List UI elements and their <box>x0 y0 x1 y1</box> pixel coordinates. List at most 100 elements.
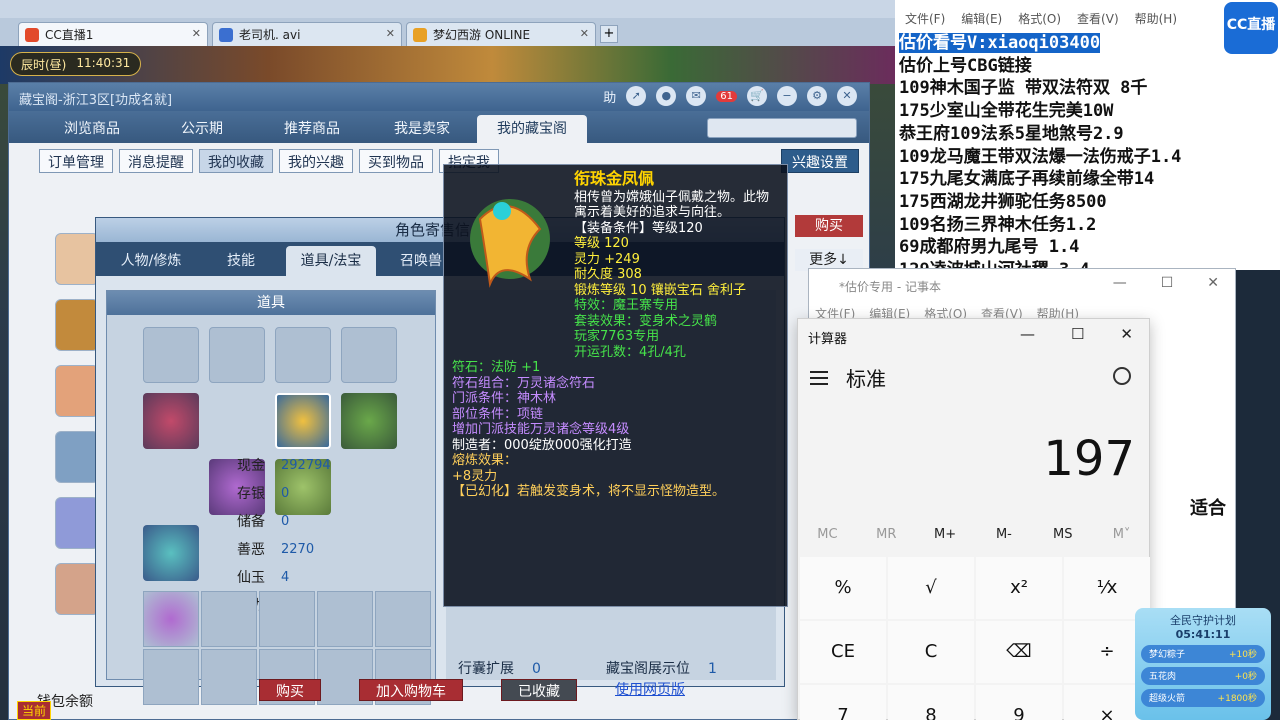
ms-button[interactable]: MS <box>1033 527 1092 542</box>
avatar[interactable] <box>55 563 99 615</box>
bag-slot[interactable] <box>375 591 431 647</box>
shoes-item-icon[interactable] <box>143 525 199 581</box>
tab-items[interactable]: 道具/法宝 <box>286 246 376 276</box>
close-icon[interactable]: ✕ <box>1120 325 1133 343</box>
close-icon[interactable]: ✕ <box>386 27 395 40</box>
share-icon[interactable]: ➚ <box>626 86 647 106</box>
notepad-text[interactable]: 估价看号V:xiaoqi03400 估价上号CBG链接 109神木国子监 带双法… <box>899 32 1181 282</box>
close-icon[interactable]: ✕ <box>1207 275 1219 291</box>
calculator-mode: 标准 <box>810 363 886 392</box>
menu-view[interactable]: 查看(V) <box>1077 10 1119 27</box>
avatar[interactable] <box>55 299 99 351</box>
messages-button[interactable]: 消息提醒 <box>119 149 193 173</box>
weapon-item-icon[interactable] <box>143 393 199 449</box>
nav-browse[interactable]: 浏览商品 <box>37 115 147 143</box>
use-web-link[interactable]: 使用网页版 <box>615 679 685 701</box>
side-buy-button[interactable]: 购买 <box>795 215 863 237</box>
item-name: 衔珠金凤佩 <box>574 169 655 188</box>
tab-skills[interactable]: 技能 <box>196 246 286 276</box>
equip-slot[interactable] <box>275 327 331 383</box>
menu-edit[interactable]: 编辑(E) <box>961 10 1002 27</box>
menu-icon[interactable] <box>810 370 828 385</box>
close-icon[interactable]: ✕ <box>580 27 589 40</box>
menu-help[interactable]: 帮助(H) <box>1135 10 1177 27</box>
text-line: 109龙马魔王带双法爆一法伤戒子1.4 <box>899 146 1182 167</box>
eight-button[interactable]: 8 <box>888 685 974 720</box>
item-illusion: 【已幻化】若触发变身术，将不显示怪物造型。 <box>452 484 726 499</box>
bag-slot[interactable] <box>259 591 315 647</box>
minimize-icon[interactable]: — <box>1020 325 1035 343</box>
backspace-button[interactable]: ⌫ <box>976 621 1062 683</box>
interest-settings-button[interactable]: 兴趣设置 <box>781 149 859 173</box>
clear-button[interactable]: C <box>888 621 974 683</box>
tab-character[interactable]: 人物/修炼 <box>106 246 196 276</box>
new-tab-button[interactable]: + <box>600 25 618 43</box>
nav-recommend[interactable]: 推荐商品 <box>257 115 367 143</box>
text-line: 恭王府109法系5星地煞号2.9 <box>899 123 1124 144</box>
current-button[interactable]: 当前 <box>17 701 52 720</box>
nav-my-pavilion[interactable]: 我的藏宝阁 <box>477 115 587 143</box>
equip-slot[interactable] <box>209 327 265 383</box>
buy-button[interactable]: 购买 <box>259 679 321 701</box>
ce-button[interactable]: CE <box>800 621 886 683</box>
avatar[interactable] <box>55 497 99 549</box>
bag-slot[interactable] <box>143 591 199 647</box>
square-button[interactable]: x² <box>976 557 1062 619</box>
close-icon[interactable]: ✕ <box>837 86 857 106</box>
m-plus-button[interactable]: M+ <box>916 527 975 542</box>
nine-button[interactable]: 9 <box>976 685 1062 720</box>
tab-video[interactable]: 老司机. avi ✕ <box>212 22 402 46</box>
mc-button[interactable]: MC <box>798 527 857 542</box>
window-titlebar <box>0 0 895 18</box>
equip-slot[interactable] <box>143 327 199 383</box>
search-input[interactable] <box>707 118 857 138</box>
bag-slot[interactable] <box>201 591 257 647</box>
maximize-icon[interactable]: ☐ <box>1161 275 1174 291</box>
message-icon[interactable]: ✉ <box>686 86 707 106</box>
armor-item-icon[interactable] <box>341 393 397 449</box>
collected-button[interactable]: 已收藏 <box>501 679 577 701</box>
equip-slot[interactable] <box>341 327 397 383</box>
item-req: 【装备条件】等级120 <box>574 220 703 236</box>
window-controls: — ☐ ✕ <box>1020 325 1133 343</box>
stat-label: 存银 <box>237 486 265 502</box>
nav-public[interactable]: 公示期 <box>147 115 257 143</box>
close-icon[interactable]: ✕ <box>192 27 201 40</box>
maximize-icon[interactable]: ☐ <box>1071 325 1084 343</box>
minimize-icon[interactable]: − <box>777 86 797 106</box>
item-part: 部位条件：项链 <box>452 406 544 422</box>
favorites-button[interactable]: 我的收藏 <box>199 149 273 173</box>
tab-cc-live[interactable]: CC直播1 ✕ <box>18 22 208 46</box>
bag-slot[interactable] <box>317 591 373 647</box>
percent-button[interactable]: % <box>800 557 886 619</box>
tab-game[interactable]: 梦幻西游 ONLINE ✕ <box>406 22 596 46</box>
history-icon[interactable] <box>1113 367 1131 385</box>
add-cart-button[interactable]: 加入购物车 <box>359 679 463 701</box>
nav-seller[interactable]: 我是卖家 <box>367 115 477 143</box>
bag-slot[interactable] <box>143 649 199 705</box>
header-icons: 助 ➚ ● ✉ 61 🛒 − ⚙ ✕ <box>603 86 857 106</box>
minimize-icon[interactable]: — <box>1113 275 1127 291</box>
purchased-button[interactable]: 买到物品 <box>359 149 433 173</box>
interests-button[interactable]: 我的兴趣 <box>279 149 353 173</box>
settings-icon[interactable]: ⚙ <box>807 86 827 106</box>
menu-format[interactable]: 格式(O) <box>1018 10 1061 27</box>
seven-button[interactable]: 7 <box>800 685 886 720</box>
help-button[interactable]: 助 <box>603 87 616 106</box>
sqrt-button[interactable]: √ <box>888 557 974 619</box>
necklace-item-icon[interactable] <box>275 393 331 449</box>
record-icon[interactable]: ● <box>656 86 677 106</box>
orders-button[interactable]: 订单管理 <box>39 149 113 173</box>
cart-icon[interactable]: 🛒 <box>747 86 767 106</box>
mr-button[interactable]: MR <box>857 527 916 542</box>
avatar[interactable] <box>55 431 99 483</box>
m-minus-button[interactable]: M- <box>974 527 1033 542</box>
tab-label: 梦幻西游 ONLINE <box>433 28 531 42</box>
avatar[interactable] <box>55 365 99 417</box>
menu-file[interactable]: 文件(F) <box>905 10 945 27</box>
action-buttons: 购买 加入购物车 已收藏 使用网页版 <box>259 679 685 701</box>
bag-slot[interactable] <box>201 649 257 705</box>
memory-list-button[interactable]: M˅ <box>1092 527 1151 542</box>
avatar[interactable] <box>55 233 99 285</box>
text-line: 175九尾女满底子再续前缘全带14 <box>899 169 1155 190</box>
